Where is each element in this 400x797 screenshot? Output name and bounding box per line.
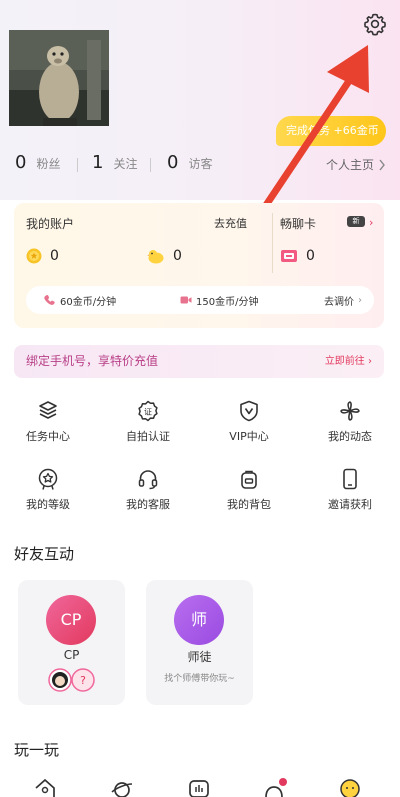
stat-fans[interactable]: 0 粉丝 (15, 152, 60, 173)
stat-visitors[interactable]: 0 访客 (167, 152, 212, 173)
friend-card-name: 师徒 (187, 650, 212, 664)
account-card: 我的账户 去充值 畅聊卡 新 › 0 0 0 60金币/分钟 150金币/分钟 … (14, 203, 384, 328)
cp-badge: CP (46, 595, 96, 645)
duck-coin-balance: 0 (147, 248, 182, 264)
friend-card-subtitle: 找个师傅带你玩~ (164, 674, 235, 684)
menu-item-my-moments[interactable]: 我的动态 (304, 400, 396, 454)
homepage-label: 个人主页 (325, 158, 374, 172)
menu-item-selfie-verify[interactable]: 证 自拍认证 (102, 400, 194, 454)
call-price-bar: 60金币/分钟 150金币/分钟 去调价 › (26, 286, 374, 314)
homepage-link[interactable]: 个人主页 (326, 156, 386, 173)
fans-label: 粉丝 (36, 157, 61, 171)
bind-phone-banner[interactable]: 绑定手机号，享特价充值 立即前往 › (14, 345, 384, 378)
menu-label: 我的背包 (227, 498, 271, 511)
menu-item-vip-center[interactable]: VIP中心 (203, 400, 295, 454)
menu-label: 我的客服 (126, 498, 170, 511)
menu-item-backpack[interactable]: 我的背包 (203, 468, 295, 522)
friend-card-name: CP (63, 648, 80, 662)
menu-label: 自拍认证 (126, 430, 170, 443)
video-price-text: 150金币/分钟 (196, 296, 259, 308)
chat-card-balance: 0 (280, 248, 315, 264)
fans-count: 0 (15, 152, 27, 173)
menu-label: VIP中心 (229, 430, 269, 443)
stat-following[interactable]: 1 关注 (92, 152, 137, 173)
menu-item-invite-earn[interactable]: 邀请获利 (304, 468, 396, 522)
svg-text:?: ? (80, 674, 86, 687)
menu-label: 任务中心 (26, 430, 70, 443)
headset-icon (138, 470, 158, 490)
duck-coin-icon (147, 250, 164, 264)
menu-item-customer-service[interactable]: 我的客服 (102, 468, 194, 522)
chat-bars-icon[interactable] (188, 778, 210, 797)
voice-price: 60金币/分钟 (44, 286, 116, 314)
new-badge: 新 (347, 216, 365, 227)
menu-label: 邀请获利 (328, 498, 372, 511)
home-game-icon[interactable] (34, 778, 56, 797)
bind-phone-action[interactable]: 立即前往 › (325, 345, 372, 378)
following-count: 1 (92, 152, 104, 173)
chevron-right-icon: › (358, 294, 362, 306)
menu-label: 我的动态 (328, 430, 372, 443)
mentor-badge: 师 (174, 595, 224, 645)
planet-icon[interactable] (110, 778, 134, 797)
cp-partner-avatars: ? (48, 668, 95, 692)
level-star-icon (38, 468, 58, 490)
bind-phone-action-label: 立即前往 (324, 356, 365, 367)
account-divider (272, 213, 273, 273)
video-call-icon (180, 296, 192, 304)
emoji-face-icon[interactable] (339, 778, 361, 797)
certified-badge-icon: 证 (138, 400, 158, 422)
voice-price-text: 60金币/分钟 (60, 296, 117, 308)
phone-call-icon (44, 294, 55, 305)
friend-card-cp[interactable]: CP CP ? (18, 580, 125, 705)
bubble-icon[interactable] (263, 778, 289, 797)
chat-card-value: 0 (306, 248, 315, 264)
bind-phone-text: 绑定手机号，享特价充值 (26, 354, 159, 368)
menu-item-task-center[interactable]: 任务中心 (2, 400, 94, 454)
gold-coin-icon (26, 248, 42, 264)
visitors-count: 0 (167, 152, 179, 173)
pinwheel-icon (340, 401, 360, 421)
stat-divider (150, 158, 151, 172)
profile-stats: 0 粉丝 1 关注 0 访客 个人主页 (15, 152, 390, 178)
visitors-label: 访客 (188, 157, 213, 171)
stat-divider (77, 158, 78, 172)
friend-card-mentor[interactable]: 师 师徒 找个师傅带你玩~ (146, 580, 253, 705)
gold-coin-balance: 0 (26, 248, 59, 264)
vip-shield-icon (240, 400, 258, 422)
chevron-right-icon[interactable]: › (369, 216, 373, 229)
menu-label: 我的等级 (26, 498, 70, 511)
gold-coin-value: 0 (50, 248, 59, 264)
adjust-price-text: 去调价 (324, 296, 354, 308)
ticket-icon (281, 250, 297, 262)
play-section-title: 玩一玩 (14, 741, 60, 759)
chat-card-title[interactable]: 畅聊卡 (280, 215, 316, 232)
account-title: 我的账户 (26, 217, 75, 231)
backpack-icon (241, 470, 257, 489)
following-label: 关注 (113, 157, 138, 171)
chevron-right-icon (379, 159, 385, 170)
adjust-price-link[interactable]: 去调价 › (324, 286, 362, 314)
recharge-link[interactable]: 去充值 (214, 215, 247, 231)
video-price: 150金币/分钟 (180, 286, 258, 314)
friends-section-title: 好友互动 (14, 545, 75, 563)
svg-text:证: 证 (144, 408, 152, 417)
duck-coin-value: 0 (173, 248, 182, 264)
menu-item-my-level[interactable]: 我的等级 (2, 468, 94, 522)
phone-icon (343, 468, 357, 490)
layers-icon (39, 401, 57, 419)
